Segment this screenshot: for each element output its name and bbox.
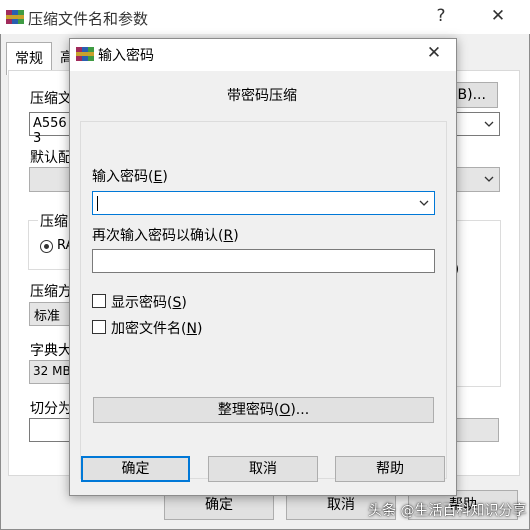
main-titlebar: 压缩文件名和参数 ? ✕ (0, 0, 530, 34)
help-icon[interactable]: ? (429, 6, 453, 26)
main-close-icon[interactable]: ✕ (486, 6, 510, 26)
chevron-down-icon (484, 121, 494, 127)
dialog-heading: 带密码压缩 (227, 88, 297, 104)
password-input[interactable] (92, 191, 435, 215)
main-ok-label: 确定 (205, 497, 233, 513)
method-value: 标准 (34, 309, 61, 324)
show-password-checkbox[interactable] (92, 294, 106, 308)
dialog-close-icon[interactable]: ✕ (422, 43, 446, 63)
text-caret (97, 196, 98, 211)
split-label: 切分为 (30, 401, 72, 417)
confirm-password-input[interactable] (92, 249, 435, 273)
chevron-down-icon (484, 176, 494, 182)
format-radio[interactable] (40, 240, 53, 253)
options-groupbox (455, 220, 501, 387)
main-window-title: 压缩文件名和参数 (28, 10, 149, 28)
encrypt-filenames-checkbox[interactable] (92, 320, 106, 334)
password-label: 输入密码(E) (92, 169, 168, 185)
organize-passwords-button[interactable]: 整理密码(O)... (93, 397, 434, 423)
winrar-app-icon (76, 45, 94, 63)
default-profile-label: 默认配 (30, 150, 72, 166)
dictionary-label: 字典大 (30, 343, 72, 359)
dictionary-value: 32 MB (33, 364, 71, 378)
dialog-ok-button[interactable]: 确定 (81, 456, 190, 482)
dialog-cancel-label: 取消 (249, 461, 277, 477)
dialog-titlebar: 输入密码 ✕ (70, 39, 456, 71)
dialog-help-button[interactable]: 帮助 (335, 456, 445, 482)
method-label: 压缩方 (30, 284, 72, 300)
confirm-password-label: 再次输入密码以确认(R) (92, 228, 239, 244)
dialog-cancel-button[interactable]: 取消 (208, 456, 318, 482)
dialog-title: 输入密码 (98, 48, 154, 64)
organize-passwords-label: 整理密码(O)... (217, 402, 310, 418)
encrypt-filenames-label: 加密文件名(N) (111, 321, 203, 337)
browse-button-label: (B)... (452, 87, 486, 103)
password-dialog: 输入密码 ✕ 带密码压缩 输入密码(E) 再次输入密码以确认(R) 显示密码(S… (69, 38, 457, 496)
dialog-groupbox: 输入密码(E) 再次输入密码以确认(R) 显示密码(S) 加密文件名(N) 整理… (80, 121, 447, 479)
dialog-ok-label: 确定 (121, 461, 150, 477)
tab-general-label: 常规 (15, 51, 43, 67)
format-group-label: 压缩 (38, 211, 70, 231)
chevron-down-icon[interactable] (418, 197, 430, 209)
split-combo-right[interactable] (455, 418, 499, 442)
dialog-help-label: 帮助 (376, 461, 404, 477)
winrar-app-icon (6, 8, 24, 26)
archive-name-label: 压缩文 (30, 91, 72, 107)
watermark-text: 头条 @生活百科知识分享 (368, 503, 527, 519)
main-cancel-label: 取消 (327, 497, 355, 513)
show-password-label: 显示密码(S) (111, 295, 187, 311)
